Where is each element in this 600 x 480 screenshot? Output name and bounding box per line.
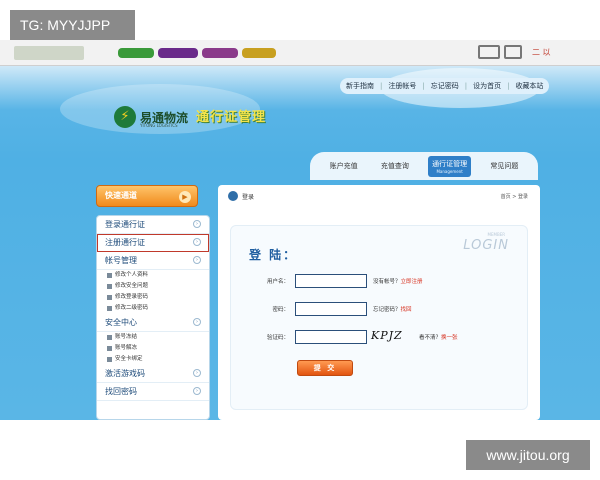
circle-icon: ›	[193, 238, 201, 246]
password-input[interactable]	[295, 302, 367, 316]
browser-logo	[14, 46, 84, 60]
circle-icon: ›	[193, 220, 201, 228]
quick-menu-button[interactable]: 快速通道 ▶	[96, 185, 198, 207]
password-row: 密码： 忘记密码？找回	[245, 302, 412, 316]
login-card: MEMBER LOGIN 登 陆： 用户名： 没有帐号？立即注册 密码： 忘记密…	[230, 225, 528, 410]
browser-tab-purple[interactable]	[158, 48, 198, 58]
sidebar-item-account[interactable]: 帐号管理 ›	[97, 252, 209, 270]
main-content: 登录 首页 > 登录 MEMBER LOGIN 登 陆： 用户名： 没有帐号？立…	[218, 185, 540, 420]
username-hint: 没有帐号？立即注册	[373, 279, 423, 285]
nav-tab-recharge-query[interactable]: 充值查询	[377, 158, 413, 174]
nav-tab-recharge[interactable]: 账户充值	[326, 158, 362, 174]
watermark-label: www.jitou.org	[466, 440, 590, 470]
brand-subtitle: YITONG LOGISTICS	[140, 123, 178, 128]
captcha-label: 验证码：	[266, 335, 289, 341]
top-links: 新手指南 | 注册帐号 | 忘记密码 | 设为首页 | 收藏本站	[340, 78, 550, 94]
top-link[interactable]: 注册帐号	[388, 81, 416, 91]
sidebar-subitem[interactable]: 安全卡绑定	[97, 354, 209, 365]
username-label: 用户名：	[266, 279, 289, 285]
register-link[interactable]: 立即注册	[401, 279, 423, 285]
arrow-right-icon: ▶	[179, 191, 191, 203]
username-row: 用户名： 没有帐号？立即注册	[245, 274, 423, 288]
password-label: 密码：	[272, 307, 289, 313]
circle-icon: ›	[193, 387, 201, 395]
top-link[interactable]: 收藏本站	[515, 81, 543, 91]
username-input[interactable]	[295, 274, 367, 288]
sidebar-panel: 登录通行证 › 注册通行证 › 帐号管理 › 修改个人资料 修改安全问题 修改登录密码…	[96, 215, 210, 420]
sidebar-subitem[interactable]: 修改登录密码	[97, 292, 209, 303]
top-link[interactable]: 新手指南	[346, 81, 374, 91]
refresh-captcha-link[interactable]: 换一张	[441, 335, 458, 341]
bullet-icon	[107, 306, 112, 311]
circle-icon: ›	[193, 318, 201, 326]
captcha-image[interactable]: KPJZ	[371, 329, 413, 345]
browser-bar: 二 以	[0, 40, 600, 66]
sidebar-subitem[interactable]: 账号冻结	[97, 332, 209, 343]
sidebar-item-login[interactable]: 登录通行证 ›	[97, 216, 209, 234]
brand-slogan: 通行证管理	[196, 110, 267, 125]
browser-window-button-2[interactable]	[504, 45, 522, 59]
globe-icon	[228, 191, 238, 201]
lightning-icon: ⚡	[114, 106, 136, 128]
sidebar-item-register[interactable]: 注册通行证 ›	[97, 234, 209, 252]
captcha-hint: 看不清？换一张	[419, 335, 458, 341]
bullet-icon	[107, 346, 112, 351]
sidebar-subitem[interactable]: 修改个人资料	[97, 270, 209, 281]
top-link[interactable]: 设为首页	[473, 81, 501, 91]
bullet-icon	[107, 273, 112, 278]
screenshot-area: 二 以 新手指南 | 注册帐号 | 忘记密码 | 设为首页 | 收藏本站 ⚡ 易通物流 …	[0, 40, 600, 420]
browser-tab-magenta[interactable]	[202, 48, 238, 58]
bullet-icon	[107, 357, 112, 362]
sidebar-subitem[interactable]: 账号解冻	[97, 343, 209, 354]
top-link[interactable]: 忘记密码	[431, 81, 459, 91]
login-title: 登 陆：	[249, 248, 298, 262]
login-watermark: LOGIN	[463, 238, 509, 253]
circle-icon: ›	[193, 256, 201, 264]
recover-link[interactable]: 找回	[401, 307, 412, 313]
breadcrumb-path: 首页 > 登录	[500, 194, 528, 200]
browser-right-text: 二 以	[532, 48, 551, 57]
sidebar-item-recover[interactable]: 找回密码 ›	[97, 383, 209, 401]
sidebar: 快速通道 ▶ 登录通行证 › 注册通行证 › 帐号管理 › 修改个人资料 修改安全问题…	[96, 185, 210, 420]
password-hint: 忘记密码？找回	[373, 307, 412, 313]
sidebar-subitem[interactable]: 修改安全问题	[97, 281, 209, 292]
brand-logo[interactable]: ⚡ 易通物流 YITONG LOGISTICS	[114, 106, 188, 128]
tg-overlay-label: TG: MYYJJPP	[10, 10, 135, 40]
bullet-icon	[107, 284, 112, 289]
breadcrumb: 登录	[228, 191, 254, 201]
captcha-row: 验证码： KPJZ 看不清？换一张	[245, 329, 458, 345]
login-watermark-sub: MEMBER	[487, 232, 505, 237]
browser-tab-green[interactable]	[118, 48, 154, 58]
nav-tab-faq[interactable]: 常见问题	[486, 158, 522, 174]
bullet-icon	[107, 295, 112, 300]
sidebar-subitem[interactable]: 修改二级密码	[97, 303, 209, 314]
captcha-input[interactable]	[295, 330, 367, 344]
sidebar-item-activate[interactable]: 激活游戏码 ›	[97, 365, 209, 383]
page: 二 以 新手指南 | 注册帐号 | 忘记密码 | 设为首页 | 收藏本站 ⚡ 易通物流 …	[0, 0, 600, 480]
submit-button[interactable]: 提 交	[297, 360, 353, 376]
main-nav: 账户充值 充值查询 通行证管理 Management 常见问题	[310, 152, 538, 180]
sidebar-item-security[interactable]: 安全中心 ›	[97, 314, 209, 332]
nav-tab-passport-management[interactable]: 通行证管理 Management	[428, 155, 472, 177]
circle-icon: ›	[193, 369, 201, 377]
browser-window-button[interactable]	[478, 45, 500, 59]
browser-tab-gold[interactable]	[242, 48, 276, 58]
bullet-icon	[107, 335, 112, 340]
